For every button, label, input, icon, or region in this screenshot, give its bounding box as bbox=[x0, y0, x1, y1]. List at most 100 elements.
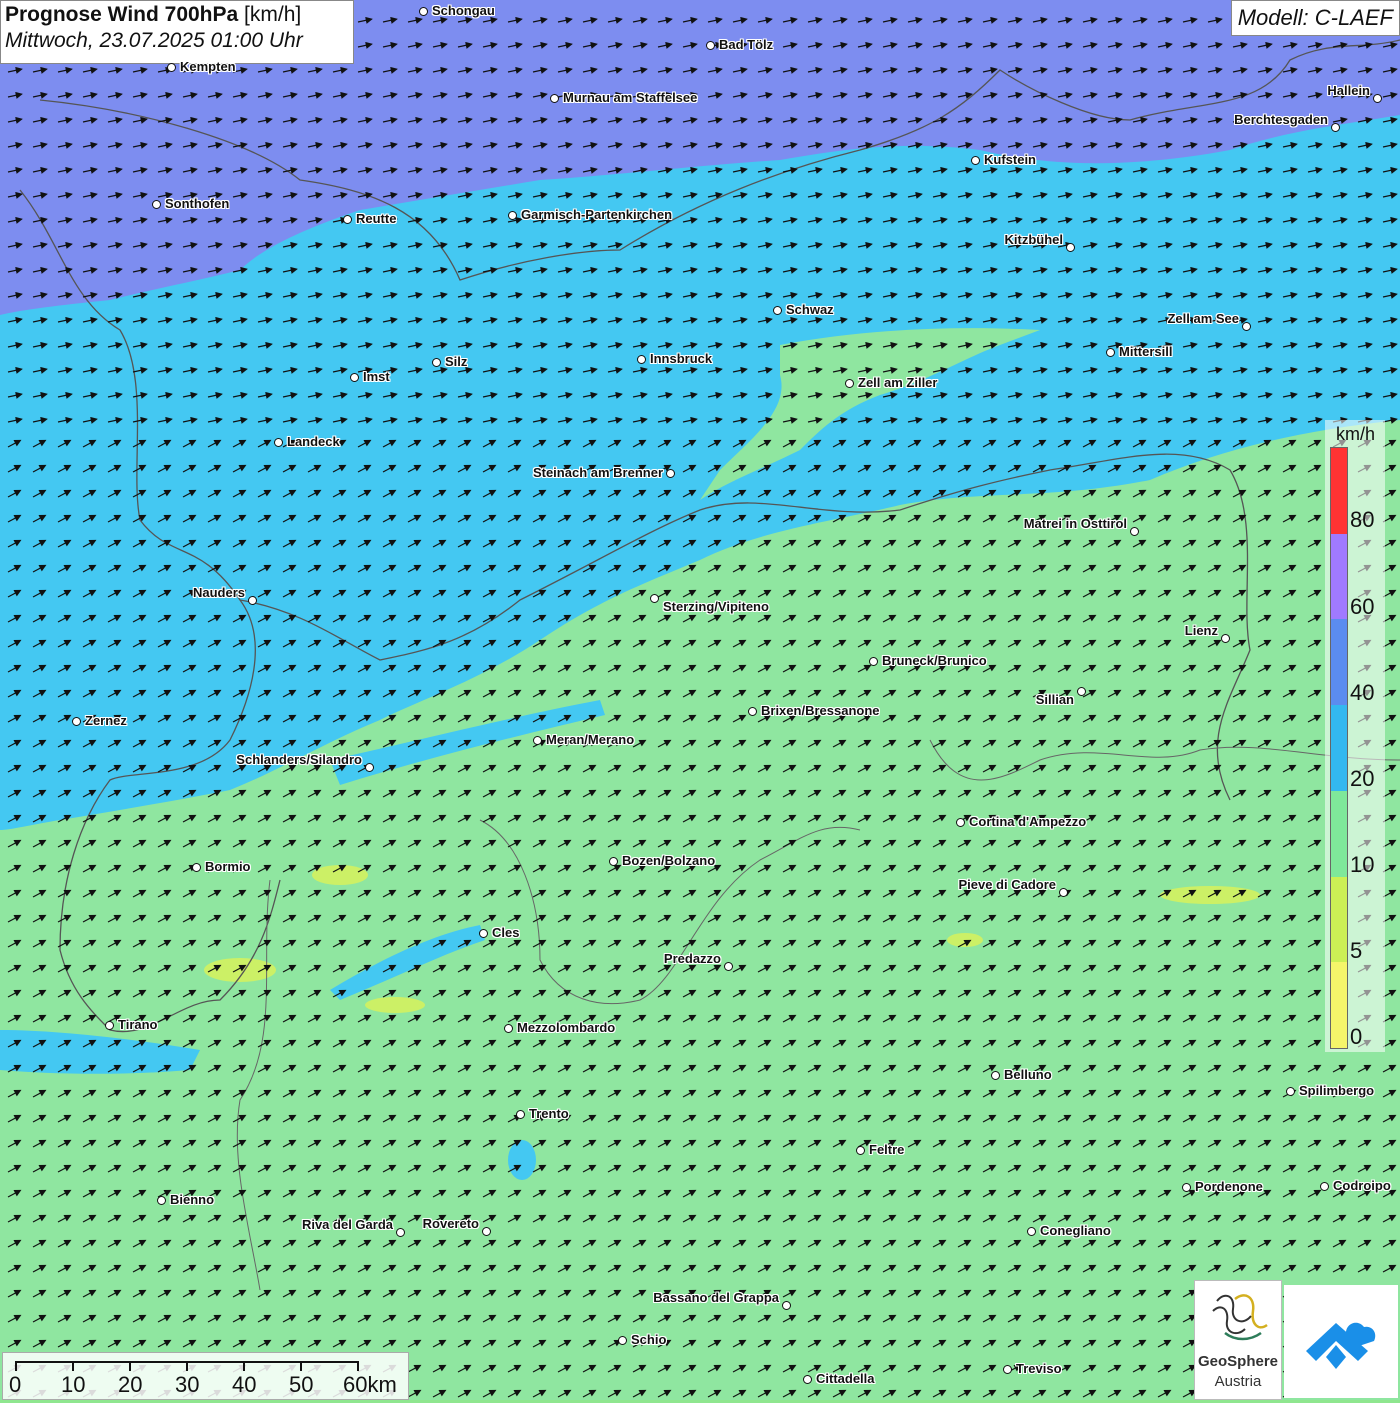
city-label: Kufstein bbox=[984, 152, 1036, 167]
scale-bar: 0 10 20 30 40 50 60km bbox=[2, 1352, 409, 1400]
city-label: Codroipo bbox=[1333, 1178, 1391, 1193]
city-marker bbox=[956, 818, 965, 827]
city-label: Feltre bbox=[869, 1142, 905, 1157]
city-marker bbox=[192, 863, 201, 872]
city-label: Imst bbox=[363, 369, 390, 384]
city-marker bbox=[1027, 1227, 1036, 1236]
city-label: Sonthofen bbox=[165, 196, 230, 211]
scale-label: 30 bbox=[175, 1372, 200, 1397]
city-label: Nauders bbox=[192, 585, 245, 600]
city-marker bbox=[618, 1336, 627, 1345]
scale-tick bbox=[15, 1361, 17, 1371]
city-marker bbox=[1003, 1365, 1012, 1374]
city-marker bbox=[856, 1146, 865, 1155]
city-label: Bassano del Grappa bbox=[653, 1290, 779, 1305]
city-label: Kitzbühel bbox=[1004, 232, 1064, 247]
city-marker bbox=[782, 1301, 791, 1310]
city-label: Pieve di Cadore bbox=[958, 877, 1056, 892]
title-box: Prognose Wind 700hPa [km/h] Mittwoch, 23… bbox=[0, 0, 354, 64]
city-marker bbox=[248, 596, 257, 605]
city-marker bbox=[516, 1110, 525, 1119]
city-label: Silz bbox=[445, 354, 468, 369]
city-marker bbox=[650, 594, 659, 603]
city-label: Kempten bbox=[180, 59, 236, 74]
city-label: Berchtesgaden bbox=[1234, 112, 1328, 127]
scale-label: 50 bbox=[289, 1372, 314, 1397]
city-label: Schongau bbox=[432, 3, 495, 18]
legend-label: 0 bbox=[1350, 1024, 1363, 1049]
city-marker bbox=[432, 358, 441, 367]
city-label: Landeck bbox=[287, 434, 340, 449]
scale-tick bbox=[357, 1361, 359, 1371]
legend-label: 5 bbox=[1350, 938, 1363, 963]
city-label: Meran/Merano bbox=[546, 732, 635, 747]
city-label: Riva del Garda bbox=[301, 1217, 393, 1232]
city-marker bbox=[724, 962, 733, 971]
map-title-unit: [km/h] bbox=[244, 3, 302, 26]
city-label: Matrei in Osttirol bbox=[1023, 516, 1127, 531]
city-marker bbox=[1286, 1087, 1295, 1096]
geosphere-logo: GeoSphere Austria bbox=[1194, 1280, 1282, 1400]
city-marker bbox=[748, 707, 757, 716]
city-label: Pordenone bbox=[1195, 1179, 1263, 1194]
scale-tick bbox=[129, 1361, 131, 1371]
city-marker bbox=[343, 215, 352, 224]
legend-color-segment bbox=[1331, 533, 1347, 620]
city-label: Reutte bbox=[356, 211, 397, 226]
city-label: Zell am Ziller bbox=[858, 375, 938, 390]
city-label: Cortina d'Ampezzo bbox=[969, 814, 1087, 829]
city-label: Predazzo bbox=[663, 951, 721, 966]
city-marker bbox=[396, 1228, 405, 1237]
city-label: Spilimbergo bbox=[1299, 1083, 1375, 1098]
city-label: Sterzing/Vipiteno bbox=[663, 599, 769, 614]
city-marker bbox=[845, 379, 854, 388]
wind-zone-5-10 bbox=[204, 958, 276, 982]
city-label: Zell am See bbox=[1167, 311, 1239, 326]
legend-label: 40 bbox=[1350, 680, 1375, 705]
scale-label: 20 bbox=[118, 1372, 143, 1397]
city-marker bbox=[157, 1196, 166, 1205]
legend-color-segment bbox=[1331, 448, 1347, 534]
legend-label: 80 bbox=[1350, 507, 1375, 532]
wind-zone-5-10 bbox=[947, 933, 983, 947]
legend-color-segment bbox=[1331, 619, 1347, 706]
scale-label: 40 bbox=[232, 1372, 257, 1397]
city-label: Tirano bbox=[118, 1017, 158, 1032]
city-label: Schlanders/Silandro bbox=[236, 752, 362, 767]
legend-color-segment bbox=[1331, 705, 1347, 791]
city-marker bbox=[971, 156, 980, 165]
city-label: Schwaz bbox=[786, 302, 834, 317]
scale-label: 0 bbox=[9, 1372, 22, 1397]
model-label: Modell: C-LAEF bbox=[1230, 0, 1400, 36]
scale-tick bbox=[186, 1361, 188, 1371]
scale-tick bbox=[243, 1361, 245, 1371]
city-label: Murnau am Staffelsee bbox=[563, 90, 698, 105]
city-marker bbox=[803, 1375, 812, 1384]
city-label: Steinach am Brenner bbox=[532, 465, 663, 480]
wind-zone-5-10 bbox=[1160, 886, 1260, 904]
city-marker bbox=[637, 355, 646, 364]
city-label: Mezzolombardo bbox=[517, 1020, 616, 1035]
city-label: Trento bbox=[529, 1106, 569, 1121]
city-label: Sillian bbox=[1035, 692, 1074, 707]
city-marker bbox=[152, 200, 161, 209]
city-label: Bad Tölz bbox=[719, 37, 774, 52]
city-marker bbox=[350, 373, 359, 382]
city-marker bbox=[991, 1071, 1000, 1080]
legend-color-segment bbox=[1331, 962, 1347, 1048]
city-label: Bienno bbox=[170, 1192, 215, 1207]
city-marker bbox=[706, 41, 715, 50]
city-label: Treviso bbox=[1016, 1361, 1062, 1376]
city-marker bbox=[609, 857, 618, 866]
city-label: Rovereto bbox=[422, 1216, 479, 1231]
wind-zone-20-40-lake bbox=[508, 1140, 536, 1180]
city-marker bbox=[419, 7, 428, 16]
scale-tick bbox=[300, 1361, 302, 1371]
map-title-main: Prognose Wind 700hPa bbox=[5, 3, 239, 26]
city-label: Hallein bbox=[1327, 83, 1370, 98]
city-label: Mittersill bbox=[1119, 344, 1173, 359]
city-label: Bruneck/Brunico bbox=[882, 653, 987, 668]
city-marker bbox=[105, 1021, 114, 1030]
city-marker bbox=[666, 469, 675, 478]
scale-label: 60km bbox=[343, 1372, 397, 1397]
